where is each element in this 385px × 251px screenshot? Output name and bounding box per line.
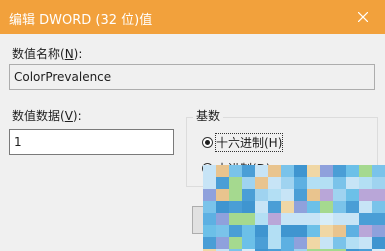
title-bar: 编辑 DWORD (32 位)值 xyxy=(0,0,385,34)
close-button[interactable] xyxy=(341,0,385,34)
radio-hexadecimal[interactable]: 十六进制(H) xyxy=(202,133,284,152)
value-name-text: ColorPrevalence xyxy=(14,70,112,84)
radio-selected-icon xyxy=(202,137,213,148)
close-icon xyxy=(358,12,368,22)
value-data-label: 数值数据(V): xyxy=(12,109,82,123)
value-data-field[interactable]: 1 xyxy=(9,129,174,155)
base-group-title: 基数 xyxy=(193,107,224,124)
pixelated-watermark xyxy=(203,165,385,251)
window-title: 编辑 DWORD (32 位)值 xyxy=(9,13,153,28)
value-name-label: 数值名称(N): xyxy=(12,47,83,61)
value-name-field[interactable]: ColorPrevalence xyxy=(9,64,375,90)
radio-hexadecimal-label: 十六进制(H) xyxy=(214,133,284,152)
value-data-text: 1 xyxy=(14,135,22,149)
